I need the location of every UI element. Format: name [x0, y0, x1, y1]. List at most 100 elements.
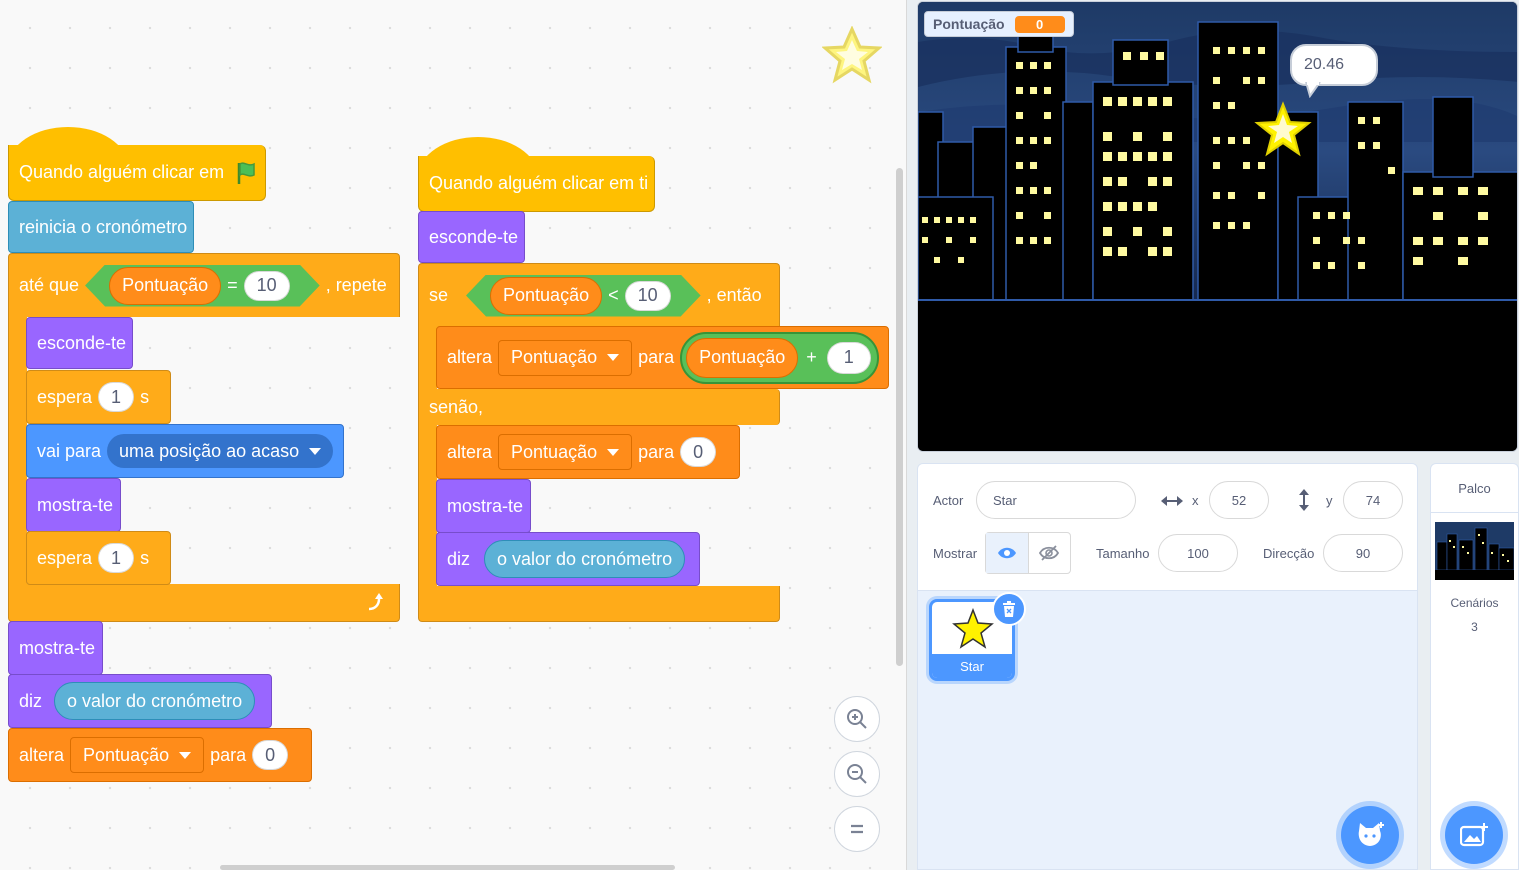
chevron-down-icon: [179, 751, 192, 759]
hide-label: esconde-te: [429, 226, 519, 247]
set-to-label: para: [638, 347, 675, 367]
reset-timer-block[interactable]: reinicia o cronómetro: [8, 201, 194, 253]
if-else-block[interactable]: se Pontuação < 10 , então: [418, 263, 780, 327]
number-input[interactable]: 1: [826, 341, 871, 374]
y-input[interactable]: 74: [1343, 481, 1403, 519]
wait-unit: s: [140, 386, 150, 407]
hide-label: esconde-te: [37, 332, 127, 353]
backdrops-count: 3: [1471, 620, 1478, 634]
monitor-value: 0: [1014, 15, 1065, 33]
variable-dropdown[interactable]: Pontuação: [498, 434, 633, 470]
speech-bubble: 20.46: [1290, 44, 1378, 98]
value-input[interactable]: 0: [680, 437, 717, 467]
show-label: mostra-te: [37, 494, 114, 515]
y-label: y: [1326, 493, 1333, 508]
hat-label: Quando alguém clicar em: [19, 162, 225, 182]
add-operator[interactable]: Pontuação + 1: [680, 331, 879, 384]
when-sprite-clicked-hat[interactable]: Quando alguém clicar em ti: [418, 156, 655, 212]
value-input[interactable]: 0: [252, 740, 289, 770]
variable-reporter[interactable]: Pontuação: [686, 337, 799, 378]
wait-block[interactable]: espera 1 s: [26, 370, 171, 424]
set-variable-block[interactable]: altera Pontuação para 0: [8, 728, 312, 782]
stage[interactable]: Pontuação 0 20.46: [917, 1, 1518, 452]
say-block[interactable]: diz o valor do cronómetro: [8, 674, 272, 728]
x-label: x: [1192, 493, 1199, 508]
sprite-tile-name: Star: [932, 654, 1012, 678]
variable-dropdown[interactable]: Pontuação: [70, 737, 205, 773]
show-visible-button[interactable]: [986, 533, 1029, 573]
less-than-operator[interactable]: Pontuação < 10: [466, 275, 701, 317]
if-else-footer[interactable]: [418, 586, 780, 622]
say-block[interactable]: diz o valor do cronómetro: [436, 532, 700, 586]
vertical-scrollbar[interactable]: [896, 168, 903, 666]
size-input[interactable]: 100: [1158, 534, 1238, 572]
cat-plus-icon: [1358, 822, 1384, 846]
show-label: mostra-te: [447, 495, 524, 516]
backdrops-label: Cenários: [1450, 596, 1499, 610]
loop-arrow-icon: [368, 592, 383, 610]
number-input[interactable]: 10: [625, 281, 671, 311]
go-to-label: vai para: [37, 440, 102, 461]
x-input[interactable]: 52: [1209, 481, 1269, 519]
hide-block[interactable]: esconde-te: [26, 317, 133, 369]
size-label: Tamanho: [1096, 546, 1150, 561]
when-flag-clicked-hat[interactable]: Quando alguém clicar em: [8, 145, 266, 201]
repeat-until-footer[interactable]: [8, 584, 400, 622]
timer-reporter[interactable]: o valor do cronómetro: [484, 540, 686, 578]
add-sprite-button[interactable]: [1341, 806, 1399, 864]
chevron-down-icon: [309, 447, 322, 455]
equals-operator[interactable]: Pontuação = 10: [85, 265, 320, 307]
reset-timer-label: reinicia o cronómetro: [19, 216, 188, 237]
timer-reporter[interactable]: o valor do cronómetro: [54, 682, 256, 720]
zoom-reset-button[interactable]: [834, 806, 880, 852]
green-flag-icon: [237, 161, 255, 184]
city-backdrop: [918, 2, 1517, 451]
variable-name: Pontuação: [511, 347, 598, 367]
zoom-in-button[interactable]: [834, 696, 880, 742]
repeat-until-block[interactable]: até que Pontuação = 10 , repete: [8, 253, 400, 317]
eye-icon: [997, 547, 1016, 559]
set-to-label: para: [638, 441, 675, 462]
go-to-block[interactable]: vai para uma posição ao acaso: [26, 424, 344, 478]
set-variable-block[interactable]: altera Pontuação para Pontuação + 1: [436, 326, 889, 389]
vertical-arrows-icon: [1299, 489, 1309, 511]
if-then-label: , então: [706, 285, 762, 305]
backdrop-thumbnail[interactable]: [1435, 522, 1514, 580]
set-variable-block[interactable]: altera Pontuação para 0: [436, 425, 740, 479]
equals-sign: =: [227, 275, 238, 295]
set-to-label: para: [210, 744, 247, 765]
variable-reporter[interactable]: Pontuação: [490, 277, 602, 315]
number-input[interactable]: 10: [244, 271, 290, 301]
variable-reporter[interactable]: Pontuação: [109, 267, 221, 305]
equals-icon: [851, 824, 863, 834]
wait-seconds-input[interactable]: 1: [98, 382, 135, 412]
code-workspace[interactable]: Quando alguém clicar em reinicia o cronó…: [0, 0, 907, 870]
eye-off-icon: [1039, 545, 1060, 561]
sprite-properties: Actor Star x 52 y 74 Mostrar Tamanho 100…: [918, 464, 1417, 591]
stage-panel[interactable]: Palco Cenários 3: [1430, 463, 1519, 870]
go-to-target-dropdown[interactable]: uma posição ao acaso: [107, 434, 334, 468]
show-block[interactable]: mostra-te: [8, 621, 103, 675]
zoom-out-button[interactable]: [834, 751, 880, 797]
wait-seconds-input[interactable]: 1: [98, 543, 135, 573]
wait-block[interactable]: espera 1 s: [26, 531, 171, 585]
trash-icon: [1003, 601, 1015, 617]
show-hidden-button[interactable]: [1029, 533, 1071, 573]
chevron-down-icon: [607, 448, 620, 456]
variable-monitor[interactable]: Pontuação 0: [924, 11, 1074, 37]
repeat-suffix: , repete: [325, 275, 387, 295]
show-block[interactable]: mostra-te: [26, 478, 121, 532]
wait-unit: s: [140, 547, 150, 568]
horizontal-scrollbar[interactable]: [220, 865, 675, 870]
hide-block[interactable]: esconde-te: [418, 211, 525, 263]
repeat-until-label: até que: [19, 275, 80, 295]
variable-dropdown[interactable]: Pontuação: [498, 339, 633, 376]
show-block[interactable]: mostra-te: [436, 479, 531, 533]
else-label-row: senão,: [418, 389, 780, 425]
direction-input[interactable]: 90: [1323, 534, 1403, 572]
add-backdrop-button[interactable]: [1445, 806, 1503, 864]
else-label: senão,: [429, 396, 484, 417]
sprite-name-input[interactable]: Star: [976, 481, 1136, 519]
plus-sign: +: [806, 347, 817, 367]
delete-sprite-button[interactable]: [992, 592, 1026, 626]
